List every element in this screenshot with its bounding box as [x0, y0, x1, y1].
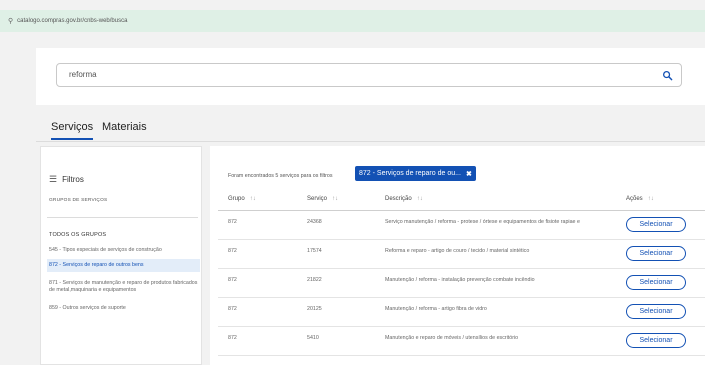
table-row: 872 24368 Serviço manutenção / reforma -…	[218, 212, 705, 240]
active-filter-label: 872 - Serviços de reparo de ou...	[359, 170, 461, 177]
table-row: 872 5410 Manutenção e reparo de móveis /…	[218, 328, 705, 356]
sort-icon[interactable]: ↑↓	[250, 196, 256, 202]
filters-sidebar: ☰ Filtros GRUPOS DE SERVIÇOS TODOS OS GR…	[40, 146, 202, 365]
tab-services[interactable]: Serviços	[51, 121, 94, 140]
all-groups-filter[interactable]: TODOS OS GRUPOS	[49, 232, 106, 238]
tabs-divider	[36, 141, 705, 142]
table-row: 872 20125 Manutenção / reforma - artigo …	[218, 299, 705, 327]
column-header-service-label: Serviço	[307, 196, 328, 202]
filters-header: ☰ Filtros	[49, 174, 84, 185]
table-row: 872 21822 Manutenção / reforma - instala…	[218, 270, 705, 298]
select-button[interactable]: Selecionar	[626, 275, 686, 290]
column-header-description-label: Descrição	[385, 196, 412, 202]
cell-group: 872	[228, 219, 237, 225]
select-button[interactable]: Selecionar	[626, 246, 686, 261]
filter-item-545[interactable]: 545 - Tipos especiais de serviços de con…	[47, 244, 200, 257]
select-button[interactable]: Selecionar	[626, 333, 686, 348]
column-header-service[interactable]: Serviço ↑↓	[307, 196, 338, 202]
browser-url-bar[interactable]: ⚲ catalogo.compras.gov.br/cnbs-web/busca	[0, 10, 705, 32]
cell-description: Serviço manutenção / reforma - protese /…	[385, 219, 580, 225]
sort-icon[interactable]: ↑↓	[332, 196, 338, 202]
cell-description: Reforma e reparo - artigo de couro / tec…	[385, 248, 530, 254]
column-header-description[interactable]: Descrição ↑↓	[385, 196, 423, 202]
tab-materials[interactable]: Materiais	[102, 121, 147, 133]
cell-group: 872	[228, 248, 237, 254]
results-count-text: Foram encontrados 5 serviços para os fil…	[228, 173, 333, 179]
filter-item-859[interactable]: 859 - Outros serviços de suporte	[47, 302, 200, 315]
cell-group: 872	[228, 306, 237, 312]
groups-caption: GRUPOS DE SERVIÇOS	[49, 198, 108, 203]
search-panel	[36, 48, 705, 105]
table-row: 872 17574 Reforma e reparo - artigo de c…	[218, 241, 705, 269]
url-text: catalogo.compras.gov.br/cnbs-web/busca	[17, 18, 128, 24]
column-header-actions[interactable]: Ações ↑↓	[626, 196, 654, 202]
select-button[interactable]: Selecionar	[626, 304, 686, 319]
filter-item-871[interactable]: 871 - Serviços de manutenção e reparo de…	[47, 277, 200, 297]
cell-group: 872	[228, 335, 237, 341]
cell-group: 872	[228, 277, 237, 283]
cell-description: Manutenção / reforma - artigo fibra de v…	[385, 306, 487, 312]
cell-service: 21822	[307, 277, 322, 283]
filter-item-872[interactable]: 872 - Serviços de reparo de outros bens	[47, 259, 200, 272]
site-settings-icon[interactable]: ⚲	[8, 17, 13, 25]
results-panel: Foram encontrados 5 serviços para os fil…	[210, 146, 705, 365]
cell-description: Manutenção / reforma - instalação preven…	[385, 277, 535, 283]
sidebar-divider	[47, 217, 198, 218]
cell-service: 24368	[307, 219, 322, 225]
column-header-actions-label: Ações	[626, 196, 643, 202]
cell-service: 20125	[307, 306, 322, 312]
column-header-group[interactable]: Grupo ↑↓	[228, 196, 256, 202]
active-filter-chip[interactable]: 872 - Serviços de reparo de ou... ✖	[355, 166, 476, 181]
search-input[interactable]	[69, 70, 649, 79]
cell-service: 17574	[307, 248, 322, 254]
close-icon[interactable]: ✖	[466, 170, 472, 178]
cell-service: 5410	[307, 335, 319, 341]
filters-title: Filtros	[62, 175, 84, 184]
sort-icon[interactable]: ↑↓	[648, 196, 654, 202]
sort-icon[interactable]: ↑↓	[417, 196, 423, 202]
search-icon[interactable]	[662, 70, 673, 81]
column-header-group-label: Grupo	[228, 196, 245, 202]
table-header-divider	[218, 210, 705, 211]
select-button[interactable]: Selecionar	[626, 217, 686, 232]
search-box[interactable]	[56, 63, 682, 87]
cell-description: Manutenção e reparo de móveis / utensíli…	[385, 335, 519, 341]
filter-icon: ☰	[49, 174, 58, 184]
